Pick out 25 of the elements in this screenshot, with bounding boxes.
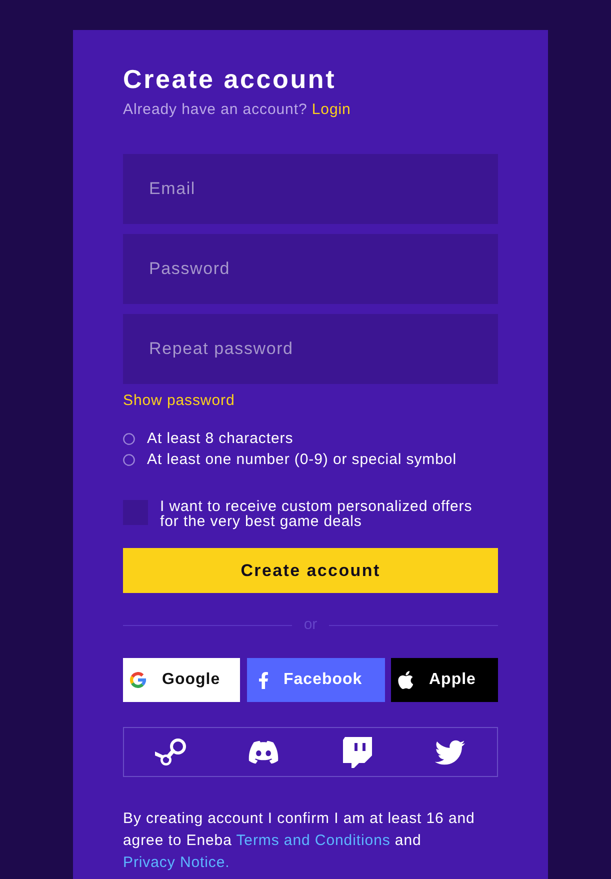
facebook-f-icon xyxy=(258,672,268,688)
steam-icon[interactable] xyxy=(154,738,187,766)
legal-text: By creating account I confirm I am at least 16 and agree to Eneba Terms and Conditions and Privacy Notice. xyxy=(123,809,476,873)
requirement-text: At least 8 characters xyxy=(147,429,294,449)
offers-label: I want to receive custom personalized offers for the very best game deals xyxy=(160,499,474,529)
create-account-button[interactable]: Create account xyxy=(123,548,498,593)
facebook-button[interactable]: Facebook xyxy=(246,658,384,702)
text-field[interactable]: Password xyxy=(123,234,498,304)
login-link[interactable]: Login xyxy=(312,101,351,118)
text-field[interactable]: Repeat password xyxy=(123,314,498,384)
offers-checkbox[interactable] xyxy=(123,500,148,525)
page-title: Create account xyxy=(123,64,338,94)
google-button[interactable]: Google xyxy=(123,658,240,702)
terms-link[interactable]: Terms and Conditions xyxy=(236,832,390,849)
bird-icon[interactable] xyxy=(435,740,466,764)
text-field[interactable]: Email xyxy=(123,154,498,224)
privacy-link[interactable]: Privacy Notice. xyxy=(123,854,230,871)
discord-icon[interactable] xyxy=(248,740,280,764)
login-prompt: Already have an account? Login xyxy=(123,100,352,120)
google-g-icon xyxy=(130,672,146,688)
apple-button[interactable]: Apple xyxy=(391,658,498,702)
apple-icon xyxy=(398,671,413,689)
twitch-icon[interactable] xyxy=(342,736,372,768)
show-password-link[interactable]: Show password xyxy=(123,391,235,411)
requirement-text: At least one number (0-9) or special symbol xyxy=(147,450,456,470)
